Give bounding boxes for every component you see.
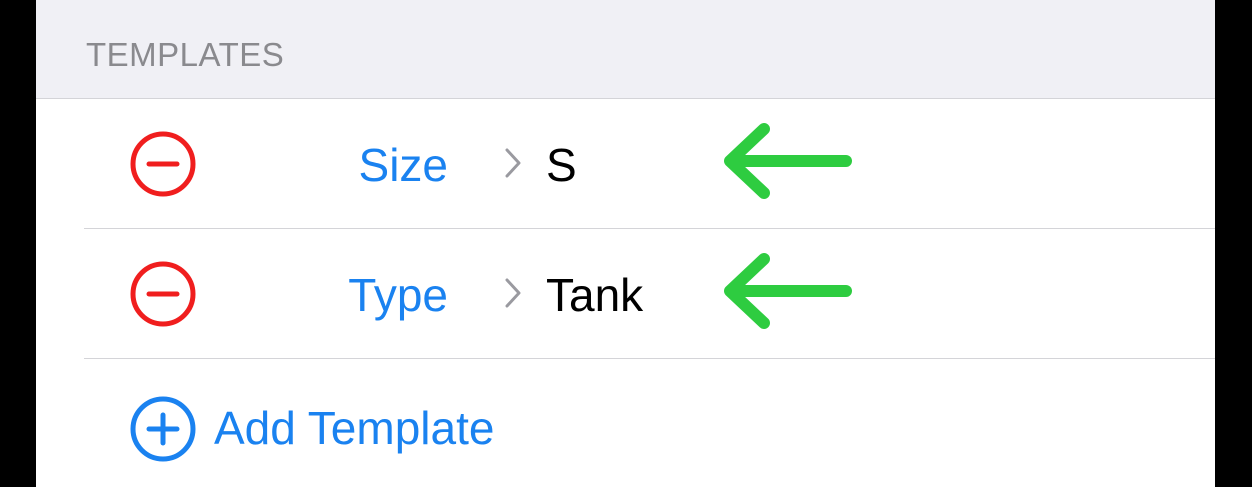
minus-circle-icon <box>130 131 196 197</box>
template-row-size[interactable]: Size S <box>36 99 1215 229</box>
row-divider <box>84 358 1215 359</box>
remove-size-button[interactable] <box>130 131 196 197</box>
templates-section-header: TEMPLATES <box>36 0 1215 99</box>
arrow-left-icon <box>724 123 852 199</box>
add-template-button[interactable] <box>130 396 196 462</box>
template-value-size[interactable]: S <box>546 139 577 191</box>
plus-circle-icon <box>130 396 196 462</box>
templates-screen: TEMPLATES Size S Type Tank Add Template <box>36 0 1215 487</box>
arrow-left-icon <box>724 253 852 329</box>
add-template-label[interactable]: Add Template <box>214 402 494 454</box>
chevron-right-icon <box>505 148 521 178</box>
template-value-type[interactable]: Tank <box>546 269 643 321</box>
add-template-row[interactable]: Add Template <box>36 360 1215 487</box>
template-row-type[interactable]: Type Tank <box>36 229 1215 359</box>
remove-type-button[interactable] <box>130 261 196 327</box>
section-title: TEMPLATES <box>86 36 285 73</box>
minus-circle-icon <box>130 261 196 327</box>
template-label-type[interactable]: Type <box>348 269 448 321</box>
template-label-size[interactable]: Size <box>359 139 448 191</box>
chevron-right-icon <box>505 278 521 308</box>
